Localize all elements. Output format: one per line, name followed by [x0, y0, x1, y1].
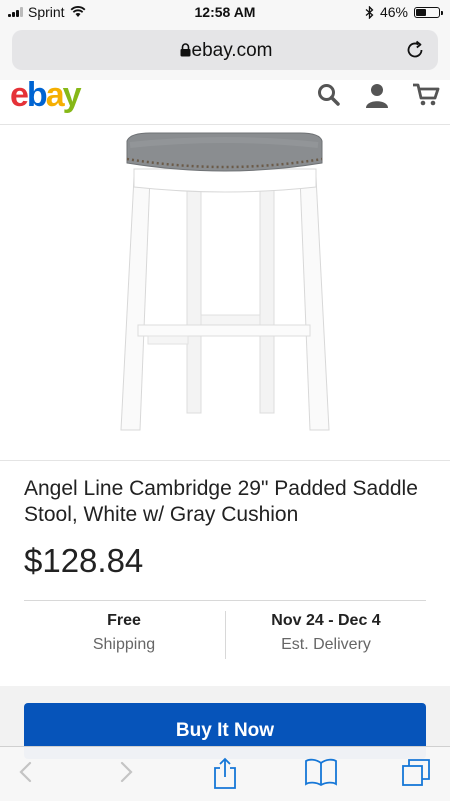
logo-letter-y: y — [62, 80, 82, 114]
address-bar[interactable]: ebay.com — [12, 30, 438, 70]
back-icon[interactable] — [16, 757, 36, 787]
forward-icon[interactable] — [116, 757, 136, 787]
delivery-label: Est. Delivery — [281, 636, 371, 653]
site-header: ebay — [0, 80, 450, 125]
logo-letter-b: b — [26, 80, 48, 114]
ebay-logo[interactable]: ebay — [10, 80, 82, 115]
product-price: $128.84 — [24, 542, 144, 579]
product-title: Angel Line Cambridge 29" Padded Saddle S… — [24, 477, 418, 526]
battery-percent: 46% — [379, 4, 408, 20]
url-text: ebay.com — [191, 40, 273, 61]
divider — [24, 600, 426, 601]
status-bar: Sprint 12:58 AM 46% — [0, 0, 450, 24]
bookmarks-icon[interactable] — [304, 757, 338, 787]
reload-icon[interactable] — [404, 39, 426, 61]
delivery-dates: Nov 24 - Dec 4 — [271, 612, 381, 629]
logo-letter-e: e — [10, 80, 29, 114]
product-image[interactable] — [0, 125, 450, 460]
browser-chrome: ebay.com — [0, 24, 450, 80]
battery-icon — [414, 6, 443, 18]
delivery-info: Nov 24 - Dec 4 Est. Delivery — [226, 612, 426, 654]
logo-letter-a: a — [45, 80, 65, 114]
share-icon[interactable] — [210, 757, 240, 791]
shipping-info: Free Shipping — [24, 612, 224, 654]
user-icon[interactable] — [364, 82, 390, 108]
tabs-icon[interactable] — [400, 757, 432, 789]
shipping-cost: Free — [107, 612, 141, 629]
cart-icon[interactable] — [412, 82, 440, 108]
browser-toolbar — [0, 746, 450, 801]
bar-stool-image — [120, 132, 330, 431]
divider — [0, 460, 450, 461]
search-icon[interactable] — [316, 82, 342, 108]
bluetooth-icon — [365, 5, 374, 19]
shipping-label: Shipping — [92, 636, 156, 653]
